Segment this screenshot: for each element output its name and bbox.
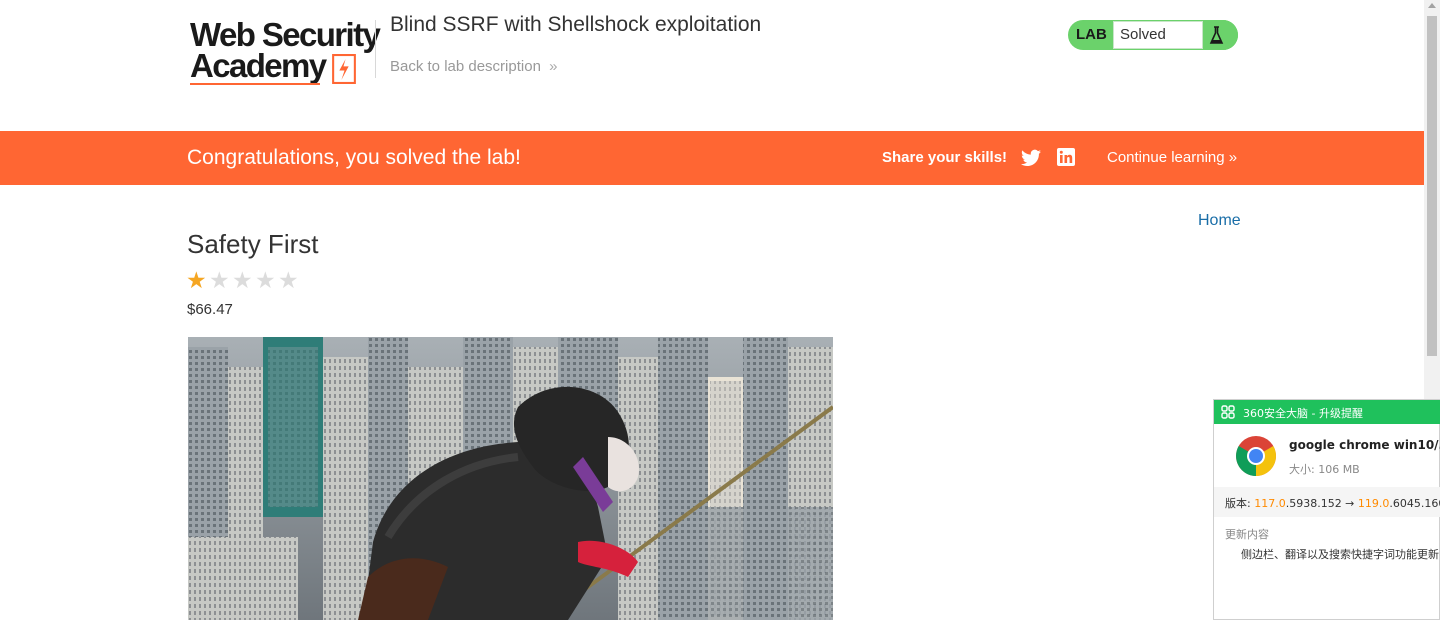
- changes-text: 侧边栏、翻译以及搜索快捷字词功能更新: [1241, 548, 1439, 561]
- app-name: google chrome win10/...: [1289, 438, 1440, 452]
- product-image: [188, 337, 833, 620]
- lab-status-value: Solved: [1120, 26, 1166, 43]
- product-price: $66.47: [187, 301, 233, 318]
- back-link-label: Back to lab description: [390, 58, 541, 75]
- solved-banner: Congratulations, you solved the lab! Sha…: [0, 131, 1424, 185]
- flask-icon: [1203, 20, 1238, 50]
- web-security-academy-logo[interactable]: Web Security Academy: [190, 18, 381, 86]
- continue-learning-link[interactable]: Continue learning »: [1107, 149, 1237, 166]
- lab-label: LAB: [1076, 26, 1107, 43]
- app-size: 大小: 106 MB: [1289, 461, 1360, 477]
- lab-title: Blind SSRF with Shellshock exploitation: [390, 13, 762, 36]
- skyscraper-scene-illustration: [188, 337, 833, 620]
- size-value: 106 MB: [1318, 463, 1360, 476]
- popup-header: 360安全大脑 - 升级提醒: [1214, 400, 1440, 424]
- home-link[interactable]: Home: [1198, 212, 1241, 230]
- scroll-up-arrow-icon[interactable]: [1428, 3, 1436, 8]
- back-to-lab-description-link[interactable]: Back to lab description »: [390, 58, 557, 75]
- double-chevron-right-icon: »: [1228, 149, 1238, 166]
- congratulations-message: Congratulations, you solved the lab!: [187, 146, 521, 169]
- star-icon: ★: [255, 267, 276, 293]
- size-label: 大小:: [1289, 463, 1319, 476]
- chrome-icon: [1236, 436, 1276, 476]
- logo-underline: [190, 83, 320, 85]
- version-row: 版本: 117.0.5938.152 → 119.0.6045.160: [1214, 487, 1440, 517]
- changes-label: 更新内容: [1225, 528, 1269, 541]
- header-divider: [375, 20, 376, 78]
- share-skills-label: Share your skills!: [882, 149, 1008, 166]
- continue-learning-label: Continue learning: [1107, 149, 1225, 166]
- star-icon: ★: [209, 267, 230, 293]
- double-chevron-right-icon: »: [549, 58, 558, 75]
- new-version-rest: .6045.160: [1389, 497, 1440, 510]
- star-icon: ★: [186, 267, 207, 293]
- star-icon: ★: [278, 267, 299, 293]
- update-notification-popup: 360安全大脑 - 升级提醒 google chrome win10/... 大…: [1213, 399, 1440, 620]
- version-label: 版本:: [1225, 497, 1255, 510]
- product-title: Safety First: [187, 229, 319, 259]
- old-version-major: 117.0: [1254, 497, 1286, 510]
- header: Web Security Academy Blind SSRF with She…: [0, 0, 1424, 131]
- 360-logo-icon: [1221, 405, 1235, 419]
- lightning-bolt-icon: [332, 54, 356, 84]
- logo-text-line2: Academy: [190, 47, 327, 84]
- popup-title: 360安全大脑 - 升级提醒: [1243, 407, 1363, 420]
- new-version-major: 119.0: [1357, 497, 1390, 510]
- twitter-icon[interactable]: [1021, 149, 1041, 167]
- star-icon: ★: [232, 267, 253, 293]
- scrollbar-thumb[interactable]: [1427, 16, 1437, 356]
- linkedin-icon[interactable]: [1057, 148, 1075, 166]
- version-arrow: →: [1341, 497, 1358, 510]
- old-version-rest: .5938.152: [1285, 497, 1342, 510]
- version-text: 版本: 117.0.5938.152 → 119.0.6045.160: [1225, 495, 1440, 511]
